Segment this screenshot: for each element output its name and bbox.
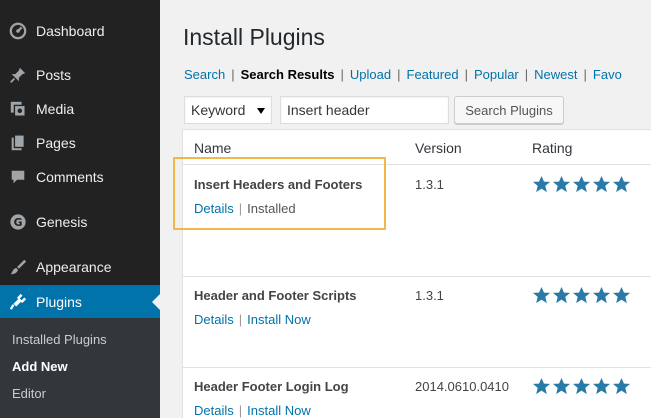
filter-favorites-link[interactable]: Favo <box>593 67 622 82</box>
sidebar-item-label: Genesis <box>36 214 88 230</box>
filter-featured-link[interactable]: Featured <box>407 67 459 82</box>
install-now-link[interactable]: Install Now <box>247 403 311 418</box>
sidebar-item-pages[interactable]: Pages <box>0 126 160 160</box>
sidebar-item-label: Comments <box>36 169 104 185</box>
submenu-add-new[interactable]: Add New <box>12 359 68 374</box>
submenu-installed-plugins[interactable]: Installed Plugins <box>12 332 107 347</box>
admin-sidebar: Dashboard Posts Media Pages Comments G G… <box>0 0 160 418</box>
details-link[interactable]: Details <box>194 312 234 327</box>
genesis-icon: G <box>8 212 28 232</box>
star-icon <box>532 377 551 395</box>
sidebar-item-label: Plugins <box>36 294 82 310</box>
media-icon <box>8 99 28 119</box>
plugins-submenu: Installed Plugins Add New Editor <box>0 318 160 418</box>
search-type-select[interactable]: Keyword <box>184 96 272 124</box>
paintbrush-icon <box>8 257 28 277</box>
sidebar-item-label: Appearance <box>36 259 112 275</box>
main-content: Install Plugins Search | Search Results | Up… <box>160 0 651 418</box>
star-rating <box>532 175 631 194</box>
divider <box>183 367 651 368</box>
sidebar-item-media[interactable]: Media <box>0 92 160 126</box>
sidebar-item-label: Media <box>36 101 75 117</box>
sidebar-item-dashboard[interactable]: Dashboard <box>0 14 160 48</box>
star-icon <box>612 175 631 193</box>
star-icon <box>572 175 591 193</box>
filter-newest-link[interactable]: Newest <box>534 67 577 82</box>
filter-search-results-link[interactable]: Search Results <box>241 67 335 82</box>
pages-icon <box>8 133 28 153</box>
plugin-filter-links: Search | Search Results | Upload | Featured | Po… <box>184 67 622 82</box>
column-header-rating: Rating <box>532 140 573 156</box>
plugin-results-table: Name Version Rating Insert Headers and F… <box>182 129 651 418</box>
svg-text:G: G <box>14 216 23 229</box>
plugin-icon <box>8 292 28 312</box>
chevron-down-icon <box>257 108 265 114</box>
filter-search-link[interactable]: Search <box>184 67 225 82</box>
column-header-name: Name <box>194 140 232 156</box>
plugin-actions: Details | Installed <box>194 201 296 216</box>
plugin-name: Header Footer Login Log <box>194 379 349 394</box>
star-icon <box>532 286 551 304</box>
star-icon <box>592 377 611 395</box>
column-header-version: Version <box>415 140 462 156</box>
details-link[interactable]: Details <box>194 403 234 418</box>
sidebar-item-plugins[interactable]: Plugins <box>0 285 160 319</box>
sidebar-item-comments[interactable]: Comments <box>0 160 160 194</box>
filter-popular-link[interactable]: Popular <box>474 67 519 82</box>
star-rating <box>532 286 631 305</box>
dashboard-icon <box>8 21 28 41</box>
installed-status: Installed <box>247 201 296 216</box>
filter-upload-link[interactable]: Upload <box>350 67 391 82</box>
star-icon <box>552 377 571 395</box>
sidebar-item-label: Posts <box>36 67 72 83</box>
pushpin-icon <box>8 65 28 85</box>
plugin-actions: Details | Install Now <box>194 403 311 418</box>
submenu-editor[interactable]: Editor <box>12 386 46 401</box>
plugin-name: Header and Footer Scripts <box>194 288 357 303</box>
star-icon <box>552 286 571 304</box>
star-icon <box>532 175 551 193</box>
install-now-link[interactable]: Install Now <box>247 312 311 327</box>
search-type-value: Keyword <box>191 102 246 118</box>
star-icon <box>592 286 611 304</box>
sidebar-item-label: Dashboard <box>36 23 105 39</box>
search-input[interactable]: Insert header <box>280 96 449 124</box>
plugin-version: 1.3.1 <box>415 288 444 303</box>
plugin-actions: Details | Install Now <box>194 312 311 327</box>
sidebar-item-appearance[interactable]: Appearance <box>0 250 160 284</box>
star-icon <box>572 286 591 304</box>
sidebar-item-label: Pages <box>36 135 76 151</box>
divider <box>183 164 651 165</box>
star-icon <box>592 175 611 193</box>
details-link[interactable]: Details <box>194 201 234 216</box>
plugin-version: 2014.0610.0410 <box>415 379 509 394</box>
plugin-version: 1.3.1 <box>415 177 444 192</box>
star-icon <box>612 286 631 304</box>
star-icon <box>612 377 631 395</box>
sidebar-item-posts[interactable]: Posts <box>0 58 160 92</box>
star-rating <box>532 377 631 396</box>
star-icon <box>552 175 571 193</box>
star-icon <box>572 377 591 395</box>
plugin-name: Insert Headers and Footers <box>194 177 363 192</box>
divider <box>183 276 651 277</box>
sidebar-item-genesis[interactable]: G Genesis <box>0 205 160 239</box>
comment-icon <box>8 167 28 187</box>
page-title: Install Plugins <box>183 24 325 50</box>
search-plugins-button[interactable]: Search Plugins <box>454 96 564 124</box>
